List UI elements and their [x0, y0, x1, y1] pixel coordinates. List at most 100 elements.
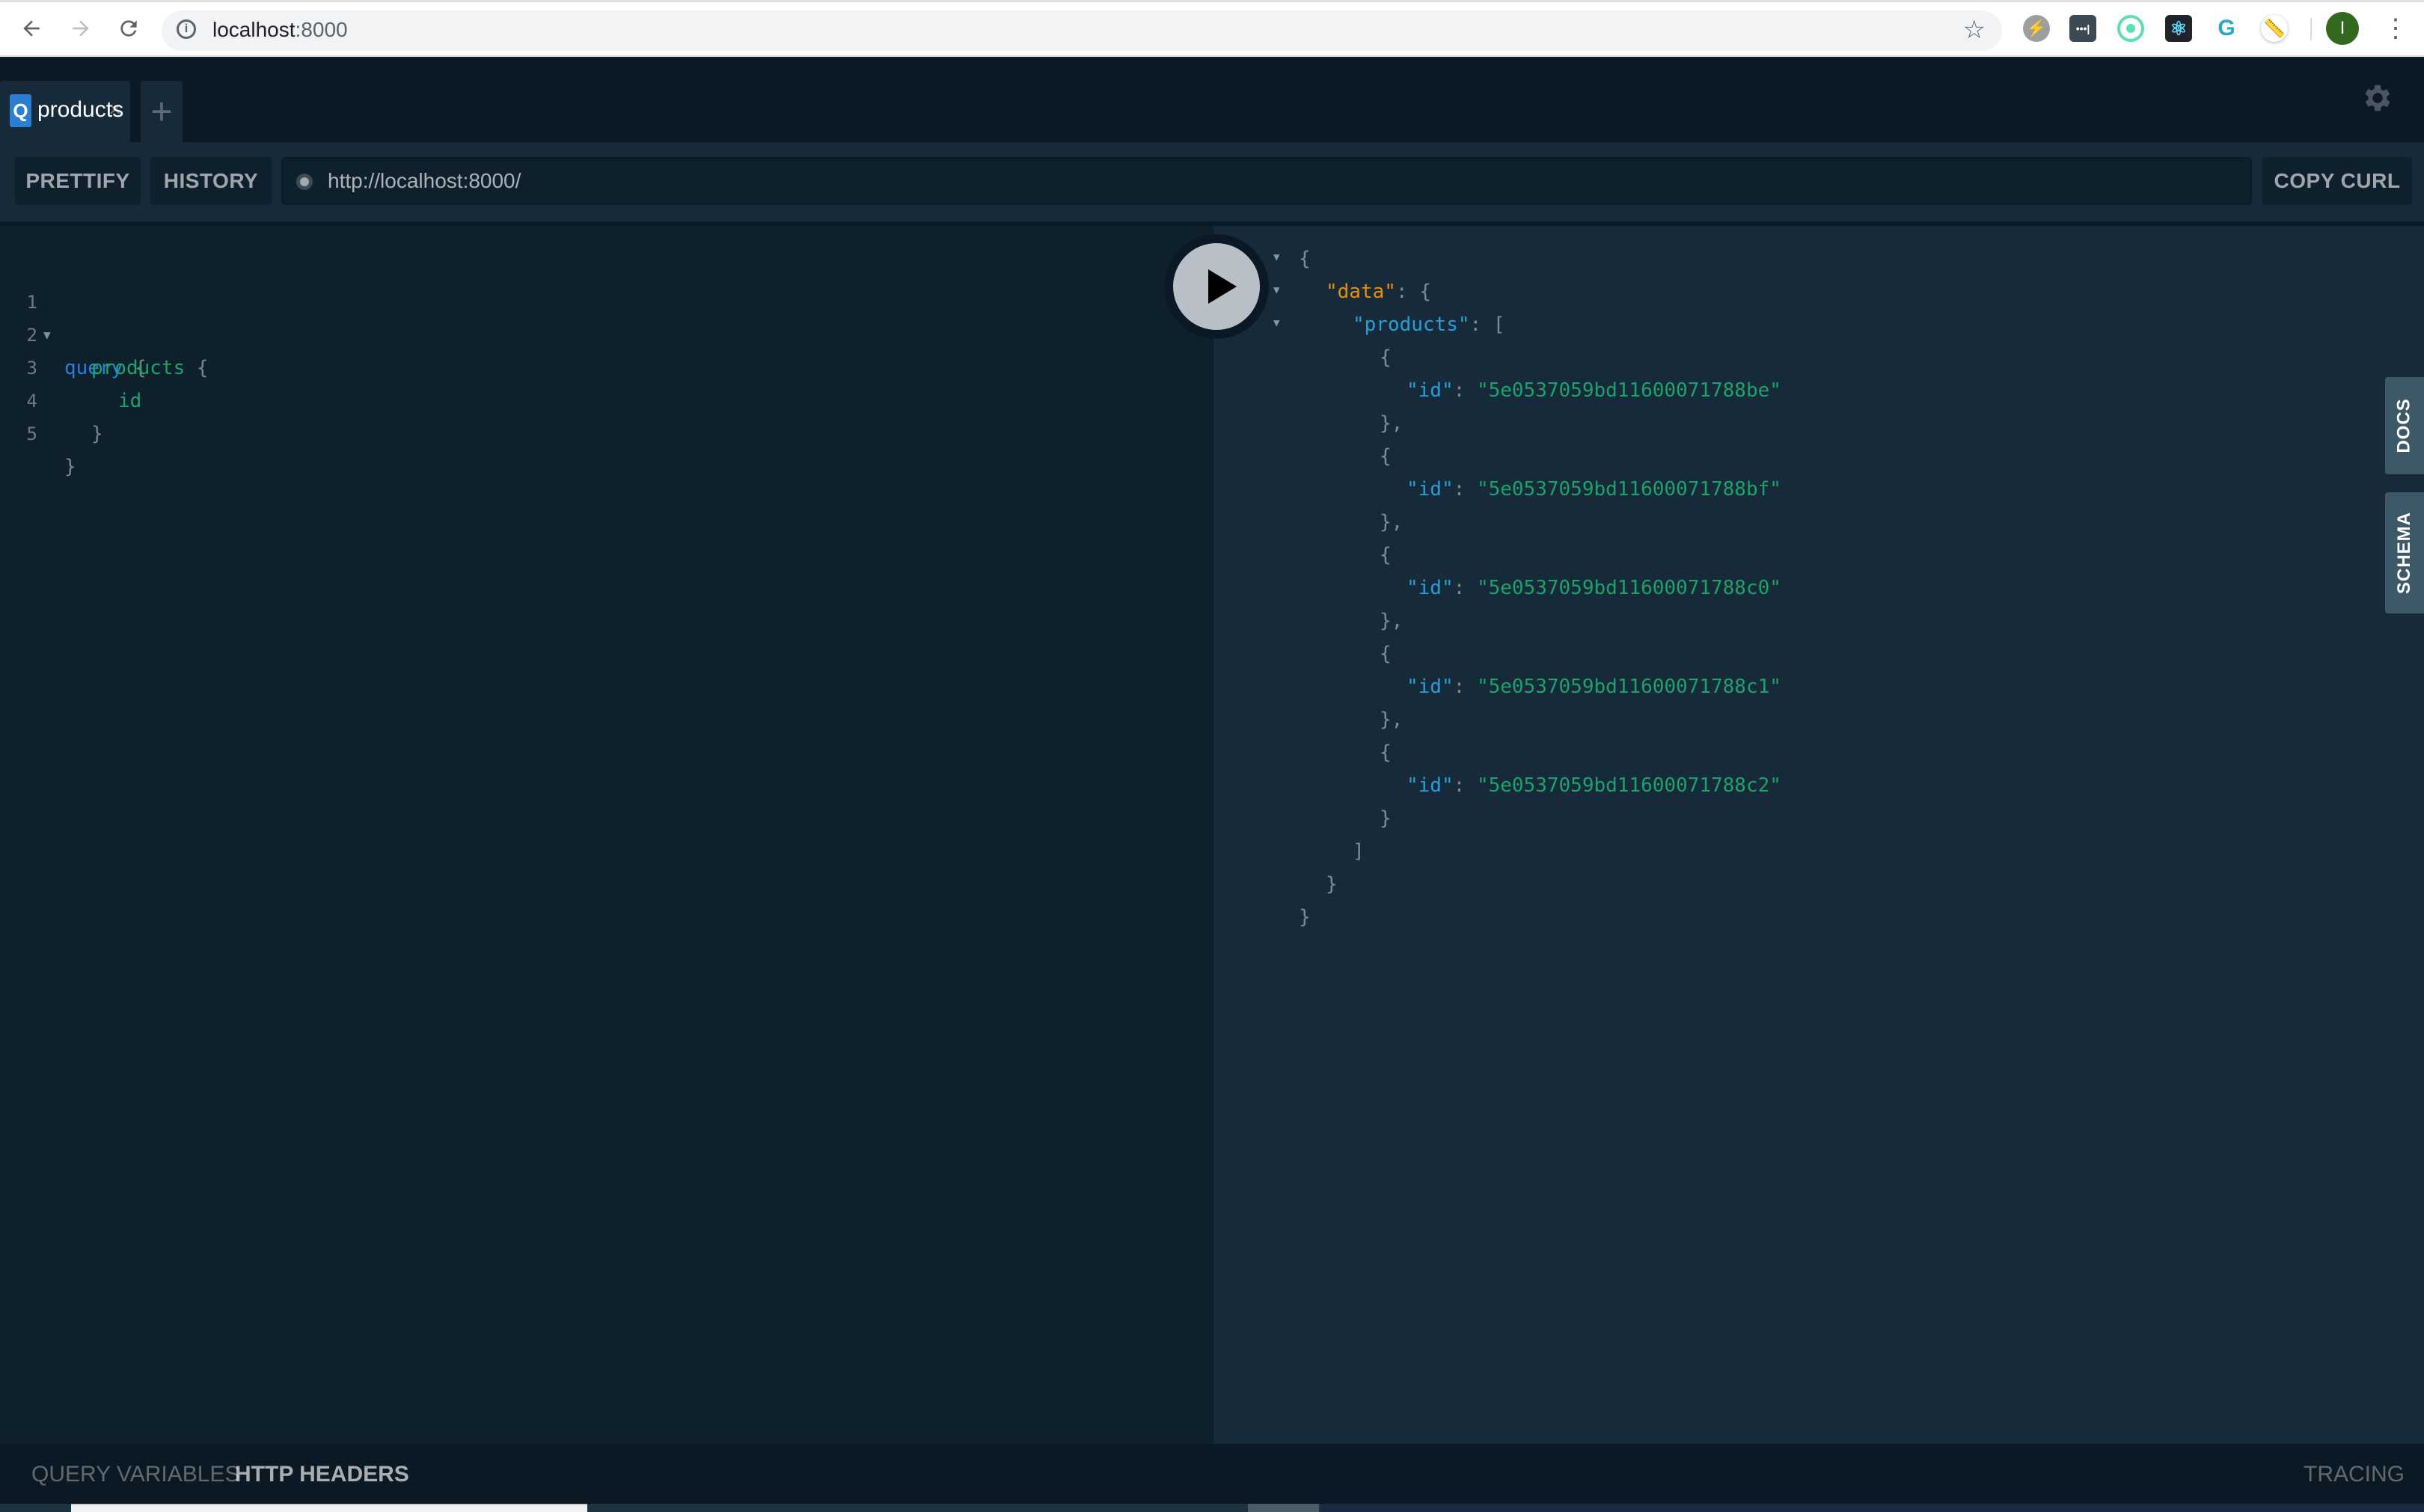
info-icon[interactable]: i	[177, 19, 196, 39]
punctuation: : [	[1469, 313, 1505, 336]
back-button[interactable]	[16, 13, 46, 43]
endpoint-url: http://localhost:8000/	[328, 169, 521, 192]
react-devtools-extension-icon[interactable]: ⚛	[2165, 15, 2192, 42]
editor-line-4: 4 }	[0, 352, 103, 445]
json-key: "id"	[1407, 577, 1454, 599]
address-url[interactable]: localhost:8000	[212, 18, 348, 42]
ruler-extension-icon[interactable]: 📏	[2261, 15, 2288, 42]
query-editor[interactable]: 1 ▼ query { 2 products { 3 id 4 } 5 }	[0, 226, 1213, 1444]
fold-arrow-icon[interactable]: ▼	[1273, 284, 1279, 296]
playground-tab-bar: Q products × +	[0, 57, 2424, 142]
fold-arrow-icon[interactable]: ▼	[1273, 251, 1279, 263]
orbit-extension-icon[interactable]	[2117, 15, 2144, 42]
result-line: "products": [	[1353, 308, 1505, 341]
horizontal-scrollbar[interactable]	[0, 1504, 2424, 1512]
json-key: "data"	[1326, 281, 1396, 303]
fold-arrow-icon[interactable]: ▼	[1273, 317, 1279, 329]
id-value: "5e0537059bd11600071788c0"	[1476, 577, 1781, 599]
json-key: "id"	[1407, 478, 1454, 501]
result-line: }	[1326, 868, 1338, 901]
editor-line-1: 1 ▼ query {	[0, 253, 147, 379]
connection-status-icon	[296, 174, 313, 190]
copy-curl-button[interactable]: COPY CURL	[2262, 157, 2412, 205]
result-line: },	[1380, 703, 1403, 736]
punctuation: :	[1453, 676, 1477, 698]
arrow-left-icon	[23, 20, 40, 37]
punctuation: },	[1380, 708, 1404, 731]
toolbar-divider	[2310, 18, 2312, 40]
result-line: {	[1299, 242, 1311, 275]
json-key: "id"	[1407, 774, 1454, 797]
editor-scroll-thumb[interactable]	[71, 1504, 587, 1512]
json-key: "id"	[1407, 379, 1454, 402]
punctuation: }	[1326, 873, 1338, 896]
browser-toolbar: i localhost:8000 ☆ ⚡ •••| ⚛ G 📏 I ⋮	[0, 0, 2424, 57]
tab-strip-edge	[0, 0, 2424, 2]
url-host: localhost	[212, 18, 296, 41]
scroll-track	[1320, 1504, 2424, 1512]
result-line: "data": {	[1326, 275, 1431, 308]
line-number: 5	[26, 423, 37, 444]
http-headers-tab[interactable]: HTTP HEADERS	[235, 1462, 409, 1487]
play-icon	[1208, 269, 1237, 304]
punctuation: :	[1453, 379, 1477, 402]
g-extension-icon[interactable]: G	[2213, 15, 2240, 42]
result-id-row: "id": "5e0537059bd11600071788c1"	[1407, 670, 1781, 703]
result-line: {	[1380, 736, 1392, 769]
reload-button[interactable]	[114, 13, 144, 43]
execute-query-button[interactable]	[1164, 234, 1269, 339]
query-badge: Q	[10, 94, 31, 127]
bottom-drawer: QUERY VARIABLES HTTP HEADERS TRACING	[0, 1444, 2424, 1504]
result-scroll-thumb[interactable]	[1248, 1504, 1319, 1512]
menu-kebab-icon[interactable]: ⋮	[2383, 12, 2408, 45]
id-value: "5e0537059bd11600071788c2"	[1476, 774, 1781, 797]
punctuation: :	[1453, 577, 1477, 599]
id-value: "5e0537059bd11600071788be"	[1476, 379, 1781, 402]
punctuation: {	[1380, 643, 1392, 665]
arrow-right-icon	[73, 20, 89, 37]
id-value: "5e0537059bd11600071788bf"	[1476, 478, 1781, 501]
punctuation: :	[1453, 774, 1477, 797]
json-key: "products"	[1353, 313, 1470, 336]
result-viewer[interactable]: { ▼ "data": { ▼ "products": [ ▼ { "id": "5e0537…	[1213, 226, 2424, 1444]
editor-line-3: 3 id	[0, 319, 142, 412]
field-products: products	[91, 357, 186, 379]
query-variables-tab[interactable]: QUERY VARIABLES	[31, 1462, 239, 1487]
new-tab-button[interactable]: +	[141, 81, 183, 142]
punctuation: {	[1380, 544, 1392, 566]
settings-gear-icon[interactable]	[2360, 81, 2395, 115]
result-line: },	[1380, 605, 1403, 637]
punctuation: :	[1453, 478, 1477, 501]
punctuation: }	[1299, 906, 1311, 928]
star-icon[interactable]: ☆	[1963, 15, 1986, 45]
tab-products[interactable]: Q products ×	[0, 81, 130, 142]
field-id: id	[118, 390, 142, 412]
result-line: {	[1380, 637, 1392, 670]
url-port: :8000	[295, 18, 348, 41]
punctuation: : {	[1395, 281, 1431, 303]
punctuation: {	[1380, 346, 1392, 369]
result-id-row: "id": "5e0537059bd11600071788bf"	[1407, 473, 1781, 506]
tracing-tab[interactable]: TRACING	[2304, 1462, 2405, 1487]
docs-tab[interactable]: DOCS	[2385, 377, 2424, 474]
result-line: {	[1380, 539, 1392, 572]
schema-tab[interactable]: SCHEMA	[2385, 492, 2424, 613]
forward-button[interactable]	[66, 13, 96, 43]
punctuation: ]	[1353, 840, 1365, 863]
prettify-button[interactable]: PRETTIFY	[15, 157, 141, 205]
brace: {	[196, 357, 209, 379]
id-value: "5e0537059bd11600071788c1"	[1476, 676, 1781, 698]
password-extension-icon[interactable]: •••|	[2069, 15, 2096, 42]
endpoint-input[interactable]: http://localhost:8000/	[281, 157, 2252, 205]
history-button[interactable]: HISTORY	[150, 157, 272, 205]
profile-avatar[interactable]: I	[2326, 12, 2359, 45]
docs-tab-label: DOCS	[2394, 398, 2414, 453]
reload-icon	[120, 20, 137, 37]
result-line: },	[1380, 506, 1403, 539]
punctuation: },	[1380, 511, 1404, 533]
close-tab-icon[interactable]: ×	[108, 97, 122, 123]
editor-line-5: 5 }	[0, 385, 76, 478]
lightning-extension-icon[interactable]: ⚡	[2023, 15, 2050, 42]
address-bar[interactable]: i localhost:8000 ☆	[162, 10, 2002, 51]
punctuation: },	[1380, 412, 1404, 435]
